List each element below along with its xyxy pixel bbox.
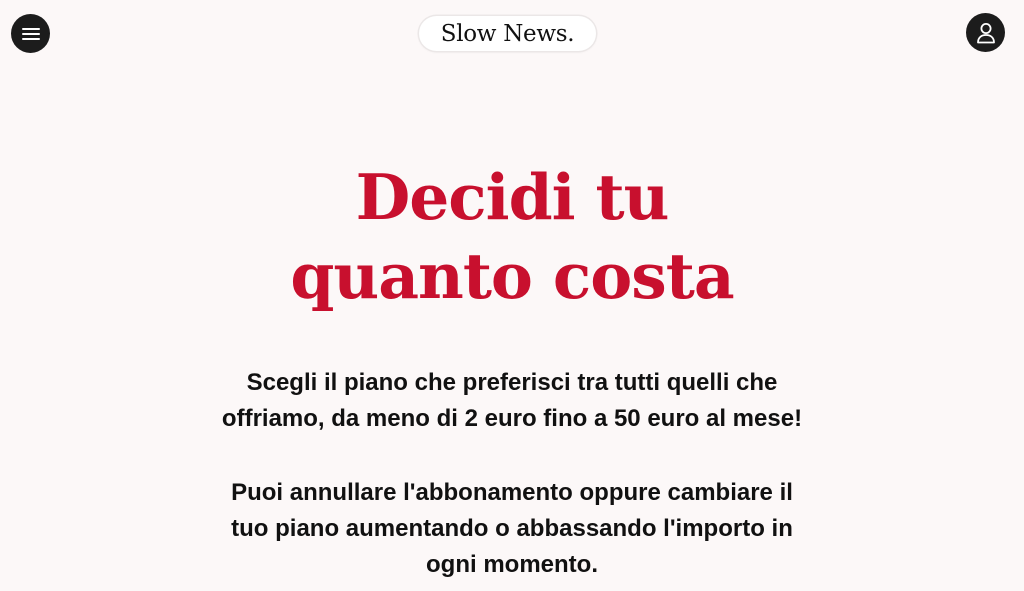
plan-description: Scegli il piano che preferisci tra tutti… (0, 365, 1024, 437)
cancellation-note-line-2: tuo piano aumentando o abbassando l'impo… (231, 515, 793, 542)
hamburger-menu-icon (21, 27, 40, 40)
plan-description-line-1: Scegli il piano che preferisci tra tutti… (246, 369, 778, 396)
user-icon (976, 22, 995, 43)
plan-description-line-2: offriamo, da meno di 2 euro fino a 50 eu… (221, 405, 803, 432)
cancellation-note-line-3: ogni momento. (426, 551, 598, 578)
hero-title-line-1: Decidi tu (355, 160, 670, 234)
page: Slow News. Decidi tu quanto costa Scegli… (0, 0, 1024, 591)
cancellation-note: Puoi annullare l'abbonamento oppure camb… (0, 475, 1024, 583)
hero-title: Decidi tu quanto costa (0, 158, 1024, 316)
hero-title-line-2: quanto costa (290, 239, 734, 313)
site-logo[interactable]: Slow News. (419, 16, 596, 51)
account-button[interactable] (966, 13, 1005, 52)
menu-button[interactable] (11, 14, 50, 53)
cancellation-note-line-1: Puoi annullare l'abbonamento oppure camb… (231, 479, 793, 506)
logo-text: Slow News. (440, 20, 575, 47)
